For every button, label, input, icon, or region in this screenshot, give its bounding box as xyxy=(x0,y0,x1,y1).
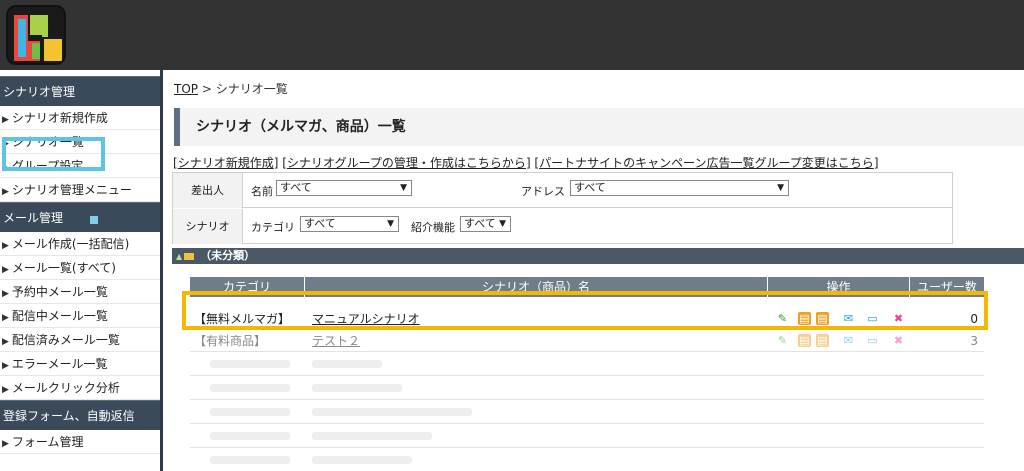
monitor-icon[interactable]: ▭ xyxy=(866,334,879,347)
sidebar-section-mail: メール管理 xyxy=(0,202,160,232)
triangle-right-icon: ▶ xyxy=(2,265,9,275)
filter-category-label: カテゴリ xyxy=(251,221,295,234)
filter-intro-select[interactable]: すべて ▼ xyxy=(460,216,511,232)
caret-down-icon: ▼ xyxy=(387,219,394,229)
book-icon[interactable]: ▤ xyxy=(798,334,811,347)
triangle-right-icon: ▶ xyxy=(2,385,9,395)
sidebar-item-form-manage[interactable]: ▶ フォーム管理 xyxy=(0,430,160,454)
top-bar xyxy=(0,0,1024,70)
sidebar-item-mail-click[interactable]: ▶ メールクリック分析 xyxy=(0,376,160,400)
app-logo[interactable] xyxy=(6,5,66,65)
triangle-right-icon: ▶ xyxy=(2,115,9,125)
triangle-right-icon: ▶ xyxy=(2,439,9,449)
link-partner-campaign[interactable]: パートナサイトのキャンペーン広告一覧グループ変更はこちら xyxy=(539,156,874,170)
sidebar: シナリオ管理 ▶ シナリオ新規作成 ▶ シナリオ一覧 ▶ グループ設定 ▶ シナリオ管理… xyxy=(0,70,163,471)
category-section-header[interactable]: ▲ （未分類） xyxy=(172,248,1024,264)
filter-sender-label: 差出人 xyxy=(173,173,243,208)
filter-address-select[interactable]: すべて ▼ xyxy=(570,180,789,196)
triangle-right-icon: ▶ xyxy=(2,289,9,299)
filter-intro-label: 紹介機能 xyxy=(411,221,455,234)
filter-panel: 差出人 名前 すべて ▼ アドレス すべて ▼ シナリオ カテゴリ すべて ▼ 紹介機… xyxy=(172,172,953,244)
row-operations: ✎ ▤ ▤ ✉ ▭ ✖ xyxy=(770,334,910,348)
link-scenario-new[interactable]: シナリオ新規作成 xyxy=(178,156,274,170)
row-user-count: 3 xyxy=(970,334,978,348)
row-category: 【有料商品】 xyxy=(194,334,267,348)
breadcrumb-top-link[interactable]: TOP xyxy=(174,82,198,96)
highlight-box-yellow xyxy=(182,291,988,330)
action-links: [シナリオ新規作成] [シナリオグループの管理・作成はこちらから] [パートナサ… xyxy=(173,156,879,170)
table-row-faded xyxy=(190,400,984,424)
sidebar-item-mail-sent[interactable]: ▶ 配信済みメール一覧 xyxy=(0,328,160,352)
caret-down-icon: ▼ xyxy=(777,183,784,193)
triangle-right-icon: ▶ xyxy=(2,187,9,197)
row-scenario-link[interactable]: テスト２ xyxy=(312,334,360,348)
page-title: シナリオ（メルマガ、商品）一覧 xyxy=(174,108,1024,146)
sidebar-item-mail-sending[interactable]: ▶ 配信中メール一覧 xyxy=(0,304,160,328)
marker-square xyxy=(90,216,98,224)
sidebar-item-mail-scheduled[interactable]: ▶ 予約中メール一覧 xyxy=(0,280,160,304)
filter-name-label: 名前 xyxy=(251,185,273,198)
breadcrumb-current: シナリオ一覧 xyxy=(215,82,288,96)
breadcrumb: TOP > シナリオ一覧 xyxy=(174,82,288,96)
sidebar-item-mail-error[interactable]: ▶ エラーメール一覧 xyxy=(0,352,160,376)
sidebar-section-scenario: シナリオ管理 xyxy=(0,76,160,106)
triangle-right-icon: ▶ xyxy=(2,313,9,323)
table-row: 【有料商品】 テスト２ ✎ ▤ ▤ ✉ ▭ ✖ 3 xyxy=(190,330,984,352)
filter-address-label: アドレス xyxy=(521,185,565,198)
link-scenario-group[interactable]: シナリオグループの管理・作成はこちらから xyxy=(287,156,526,170)
sidebar-item-scenario-new[interactable]: ▶ シナリオ新規作成 xyxy=(0,106,160,130)
edit-pencil-icon[interactable]: ✎ xyxy=(776,334,789,347)
book-icon[interactable]: ▤ xyxy=(816,334,829,347)
caret-down-icon: ▼ xyxy=(400,183,407,193)
filter-name-select[interactable]: すべて ▼ xyxy=(276,180,412,196)
triangle-right-icon: ▶ xyxy=(2,241,9,251)
table-row-faded xyxy=(190,424,984,448)
delete-x-icon[interactable]: ✖ xyxy=(892,334,905,347)
triangle-right-icon: ▶ xyxy=(2,361,9,371)
mail-icon[interactable]: ✉ xyxy=(842,334,855,347)
table-row-faded xyxy=(190,448,984,471)
table-row-faded xyxy=(190,376,984,400)
caret-down-icon: ▼ xyxy=(499,219,506,229)
sidebar-section-form: 登録フォーム、自動返信 xyxy=(0,400,160,430)
sidebar-item-mail-create[interactable]: ▶ メール作成(一括配信) xyxy=(0,232,160,256)
envelope-icon xyxy=(184,252,195,260)
triangle-up-icon: ▲ xyxy=(176,252,183,261)
table-row-faded xyxy=(190,352,984,376)
highlight-box-blue xyxy=(2,137,105,171)
sidebar-item-mail-list[interactable]: ▶ メール一覧(すべて) xyxy=(0,256,160,280)
triangle-right-icon: ▶ xyxy=(2,337,9,347)
filter-category-select[interactable]: すべて ▼ xyxy=(300,216,399,232)
filter-scenario-label: シナリオ xyxy=(173,209,243,244)
sidebar-item-scenario-menu[interactable]: ▶ シナリオ管理メニュー xyxy=(0,178,160,202)
